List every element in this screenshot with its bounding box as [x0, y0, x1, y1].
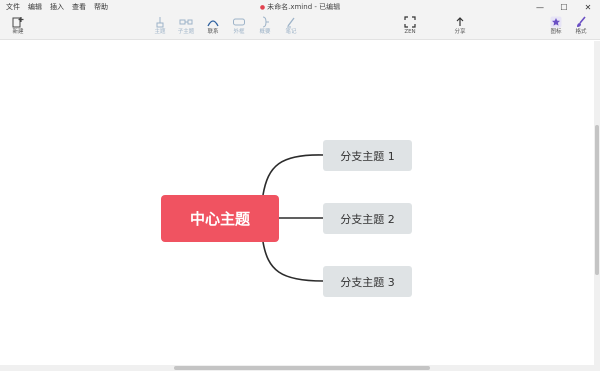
notes-button[interactable]: 笔记 [277, 16, 305, 36]
plus-icon [11, 16, 25, 28]
topic-button-label: 主题 [154, 29, 166, 35]
horizontal-scrollbar-thumb[interactable] [174, 366, 430, 370]
format-button[interactable]: 格式 [567, 16, 595, 36]
horizontal-scrollbar[interactable] [0, 365, 600, 371]
notes-icon [284, 16, 298, 28]
subtopic-button[interactable]: 子主题 [172, 16, 200, 36]
new-button-label: 新建 [12, 29, 24, 35]
share-icon [453, 16, 467, 28]
unsaved-dot-icon: ● [259, 4, 266, 11]
summary-button[interactable]: 概要 [251, 16, 279, 36]
central-topic[interactable]: 中心主题 [161, 195, 279, 242]
connector-line-1 [262, 154, 324, 196]
icons-button-label: 图标 [550, 29, 562, 35]
summary-button-label: 概要 [259, 29, 271, 35]
relationship-icon [206, 16, 220, 28]
boundary-icon [232, 16, 246, 28]
branch-topic-3[interactable]: 分支主题 3 [323, 266, 412, 297]
branch-topic-2[interactable]: 分支主题 2 [323, 203, 412, 234]
subtopic-icon [179, 16, 193, 28]
boundary-button[interactable]: 外框 [225, 16, 253, 36]
maximize-button[interactable]: ☐ [552, 0, 576, 14]
summary-icon [258, 16, 272, 28]
format-button-label: 格式 [575, 29, 587, 35]
share-button-label: 分享 [454, 29, 466, 35]
star-icon [549, 16, 563, 28]
title-bar: 文件 编辑 插入 查看 帮助 ● 未命名.xmind - 已编辑 — ☐ ✕ [0, 0, 600, 14]
brush-icon [574, 16, 588, 28]
toolbar: 新建 主题 子主题 联系 外框 概要 笔记 ZEN 分享 图标 格式 [0, 14, 600, 40]
branch-topic-1[interactable]: 分支主题 1 [323, 140, 412, 171]
close-button[interactable]: ✕ [576, 0, 600, 14]
topic-icon [153, 16, 167, 28]
relationship-button-label: 联系 [207, 29, 219, 35]
mindmap-canvas[interactable]: 中心主题 分支主题 1 分支主题 2 分支主题 3 [0, 41, 594, 365]
vertical-scrollbar[interactable] [594, 41, 600, 365]
connector-line-3 [262, 241, 324, 282]
boundary-button-label: 外框 [233, 29, 245, 35]
zen-button-label: ZEN [404, 29, 416, 35]
subtopic-button-label: 子主题 [177, 29, 195, 35]
zen-button[interactable]: ZEN [396, 16, 424, 36]
topic-button[interactable]: 主题 [146, 16, 174, 36]
minimize-button[interactable]: — [528, 0, 552, 14]
relationship-button[interactable]: 联系 [199, 16, 227, 36]
window-controls: — ☐ ✕ [528, 0, 600, 14]
connector-lines [262, 154, 324, 282]
share-button[interactable]: 分享 [446, 16, 474, 36]
document-title: ● 未命名.xmind - 已编辑 [0, 1, 600, 14]
notes-button-label: 笔记 [285, 29, 297, 35]
fullscreen-icon [403, 16, 417, 28]
vertical-scrollbar-thumb[interactable] [595, 125, 599, 275]
document-title-text: 未命名.xmind - 已编辑 [267, 3, 341, 11]
new-button[interactable]: 新建 [4, 16, 32, 36]
icons-button[interactable]: 图标 [542, 16, 570, 36]
